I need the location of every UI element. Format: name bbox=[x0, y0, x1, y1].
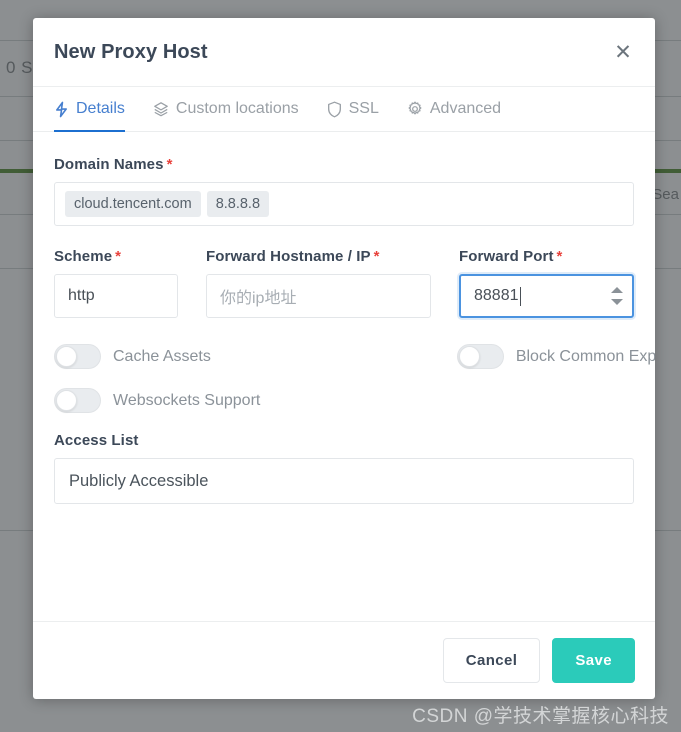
forward-port-value: 88881 bbox=[474, 287, 519, 304]
page-title: New Proxy Host bbox=[54, 40, 208, 63]
access-list-field-group: Access List Publicly Accessible bbox=[54, 432, 634, 504]
number-stepper[interactable] bbox=[611, 287, 623, 305]
forward-port-input[interactable]: 88881 bbox=[459, 274, 634, 318]
scheme-select[interactable]: http bbox=[54, 274, 178, 318]
close-icon[interactable]: ✕ bbox=[609, 38, 637, 66]
forward-hostname-input[interactable]: 你的ip地址 bbox=[206, 274, 431, 318]
tab-advanced-label: Advanced bbox=[429, 100, 502, 117]
forward-port-label-text: Forward Port bbox=[459, 248, 554, 265]
domain-chip[interactable]: cloud.tencent.com bbox=[65, 190, 201, 218]
toggle-block-common-exploits[interactable]: Block Common Exploits bbox=[456, 344, 655, 369]
options-toggles: Cache Assets Block Common Exploits Webso… bbox=[54, 344, 655, 413]
toggle-switch[interactable] bbox=[54, 344, 101, 369]
save-button[interactable]: Save bbox=[552, 638, 635, 683]
toggle-websockets-support-label: Websockets Support bbox=[113, 391, 261, 409]
forward-hostname-label-text: Forward Hostname / IP bbox=[206, 248, 371, 265]
toggle-block-common-exploits-label: Block Common Exploits bbox=[515, 347, 655, 365]
forward-hostname-label: Forward Hostname / IP * bbox=[206, 248, 431, 265]
new-proxy-host-modal: New Proxy Host ✕ Details Custom location… bbox=[33, 18, 655, 699]
tab-advanced[interactable]: Advanced bbox=[407, 87, 501, 131]
tab-details-label: Details bbox=[76, 100, 125, 117]
layers-icon bbox=[153, 101, 169, 117]
toggle-switch[interactable] bbox=[54, 388, 101, 413]
toggle-knob bbox=[56, 390, 77, 411]
toggle-knob bbox=[458, 346, 480, 367]
scheme-label-text: Scheme bbox=[54, 248, 113, 265]
stepper-down-icon[interactable] bbox=[611, 299, 623, 305]
toggle-row-2: Websockets Support bbox=[54, 388, 634, 413]
forward-port-label: Forward Port * bbox=[459, 248, 634, 265]
scheme-value: http bbox=[68, 287, 95, 304]
modal-header: New Proxy Host ✕ bbox=[33, 18, 655, 87]
text-caret bbox=[519, 286, 521, 306]
toggle-row-1: Cache Assets Block Common Exploits bbox=[54, 344, 655, 369]
required-marker: * bbox=[166, 156, 173, 173]
domain-names-input[interactable]: cloud.tencent.com 8.8.8.8 bbox=[54, 182, 634, 226]
forward-settings-row: Scheme * http Forward Hostname / IP * 你的ip… bbox=[54, 248, 634, 318]
access-list-label: Access List bbox=[54, 432, 139, 449]
required-marker: * bbox=[115, 248, 122, 265]
tab-custom-locations-label: Custom locations bbox=[175, 100, 299, 117]
toggle-knob bbox=[56, 346, 77, 367]
tab-ssl[interactable]: SSL bbox=[327, 87, 379, 131]
forward-hostname-field-group: Forward Hostname / IP * 你的ip地址 bbox=[206, 248, 431, 318]
domain-names-label: Domain Names * bbox=[54, 156, 634, 173]
cancel-button[interactable]: Cancel bbox=[442, 638, 541, 683]
required-marker: * bbox=[373, 248, 380, 265]
modal-body: Domain Names * cloud.tencent.com 8.8.8.8 … bbox=[33, 132, 655, 621]
domain-names-label-text: Domain Names bbox=[54, 156, 164, 173]
watermark-text: CSDN @学技术掌握核心科技 bbox=[412, 706, 669, 727]
toggle-cache-assets[interactable]: Cache Assets bbox=[54, 344, 211, 369]
toggle-cache-assets-label: Cache Assets bbox=[113, 347, 211, 365]
scheme-label: Scheme * bbox=[54, 248, 178, 265]
gear-icon bbox=[407, 101, 423, 117]
access-list-value: Publicly Accessible bbox=[69, 471, 209, 490]
scheme-field-group: Scheme * http bbox=[54, 248, 178, 318]
domain-chip[interactable]: 8.8.8.8 bbox=[206, 190, 270, 218]
stepper-up-icon[interactable] bbox=[611, 287, 623, 293]
modal-footer: Cancel Save bbox=[33, 621, 655, 699]
tab-ssl-label: SSL bbox=[348, 100, 379, 117]
required-marker: * bbox=[556, 248, 563, 265]
modal-tabs: Details Custom locations SSL Advanced bbox=[33, 87, 655, 132]
forward-hostname-placeholder: 你的ip地址 bbox=[220, 290, 297, 307]
toggle-websockets-support[interactable]: Websockets Support bbox=[54, 388, 260, 413]
forward-port-field-group: Forward Port * 88881 bbox=[459, 248, 634, 318]
bolt-icon bbox=[54, 101, 69, 118]
toggle-switch[interactable] bbox=[456, 344, 504, 369]
access-list-select[interactable]: Publicly Accessible bbox=[54, 458, 634, 504]
shield-icon bbox=[327, 101, 342, 118]
tab-details[interactable]: Details bbox=[54, 87, 125, 132]
tab-custom-locations[interactable]: Custom locations bbox=[153, 87, 299, 131]
